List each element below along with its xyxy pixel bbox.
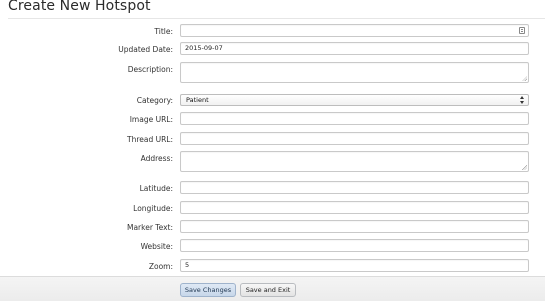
address-label: Address: xyxy=(140,154,173,163)
select-arrows-icon xyxy=(520,96,525,104)
thread-url-label: Thread URL: xyxy=(126,135,173,144)
marker-text-label: Marker Text: xyxy=(126,223,173,232)
updated-date-label: Updated Date: xyxy=(118,45,173,54)
page-title: Create New Hotspot xyxy=(8,0,151,14)
address-textarea[interactable] xyxy=(180,151,529,172)
save-changes-button[interactable]: Save Changes xyxy=(180,283,236,297)
zoom-label: Zoom: xyxy=(148,262,173,271)
marker-text-input[interactable] xyxy=(180,220,529,233)
website-input[interactable] xyxy=(180,239,529,252)
image-url-input[interactable] xyxy=(180,112,529,125)
updated-date-input[interactable]: 2015-09-07 xyxy=(180,42,529,55)
title-divider xyxy=(8,18,545,19)
longitude-input[interactable] xyxy=(180,201,529,214)
category-selected-value: Patient xyxy=(186,96,209,104)
resize-grip-icon[interactable] xyxy=(522,165,527,170)
save-and-exit-button[interactable]: Save and Exit xyxy=(240,283,296,297)
zoom-input[interactable]: 5 xyxy=(180,259,529,272)
longitude-label: Longitude: xyxy=(133,204,173,213)
website-label: Website: xyxy=(140,242,173,251)
description-textarea[interactable] xyxy=(180,62,529,83)
resize-grip-icon[interactable] xyxy=(522,76,527,81)
latitude-input[interactable] xyxy=(180,181,529,194)
category-label: Category: xyxy=(136,96,173,105)
contact-card-icon[interactable] xyxy=(519,27,525,34)
description-label: Description: xyxy=(127,65,173,74)
thread-url-input[interactable] xyxy=(180,132,529,145)
title-input[interactable] xyxy=(180,24,529,37)
latitude-label: Latitude: xyxy=(139,184,173,193)
category-select[interactable]: Patient xyxy=(180,94,529,106)
title-label: Title: xyxy=(154,27,173,36)
image-url-label: Image URL: xyxy=(129,115,173,124)
